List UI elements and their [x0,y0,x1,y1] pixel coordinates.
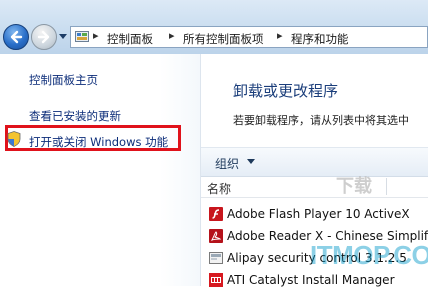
forward-button[interactable] [31,24,57,50]
highlight-box [5,125,181,151]
flash-icon [209,207,223,221]
chevron-down-icon[interactable] [247,159,255,164]
back-arrow-icon [10,30,23,44]
watermark-small: 下载 [336,176,372,196]
watermark: ITMOP.COM [310,240,428,270]
program-name: ATI Catalyst Install Manager [227,273,395,287]
address-bar[interactable]: ▸ 控制面板 ▸ 所有控制面板项 ▸ 程序和功能 [70,26,428,48]
sidebar-item-view-installed-updates[interactable]: 查看已安装的更新 [29,108,121,124]
forward-arrow-icon [37,30,50,44]
column-divider[interactable] [386,178,387,195]
uac-shield-icon [7,131,21,147]
list-item[interactable]: ATI Catalyst Install Manager [201,270,428,292]
command-toolbar: 组织 [201,147,428,177]
task-pane: 控制面板主页 查看已安装的更新 打开或关闭 Windows 功能 [0,54,200,286]
ati-icon [209,273,223,287]
column-header[interactable]: 名称 [201,177,428,198]
adobe-reader-icon [209,229,223,243]
breadcrumb-control-panel[interactable]: 控制面板 [107,31,153,47]
back-button[interactable] [3,24,29,50]
organize-button[interactable]: 组织 [215,155,239,172]
control-panel-icon [75,31,89,42]
page-subtitle: 若要卸载程序，请从列表中将其选中 [233,114,409,127]
breadcrumb-separator[interactable]: ▸ [277,29,283,42]
breadcrumb-programs-features[interactable]: 程序和功能 [291,31,349,47]
page-title: 卸载或更改程序 [233,82,339,100]
sidebar-item-control-panel-home[interactable]: 控制面板主页 [29,72,98,88]
breadcrumb-separator[interactable]: ▸ [93,29,99,42]
column-header-name[interactable]: 名称 [207,180,231,197]
breadcrumb-separator[interactable]: ▸ [169,29,175,42]
program-name: Adobe Flash Player 10 ActiveX [227,207,410,221]
list-item[interactable]: Adobe Flash Player 10 ActiveX [201,204,428,226]
alipay-icon [209,252,223,264]
breadcrumb-all-items[interactable]: 所有控制面板项 [183,31,264,47]
navigation-bar: ▸ 控制面板 ▸ 所有控制面板项 ▸ 程序和功能 [0,0,428,54]
recent-pages-dropdown-icon[interactable] [59,34,67,40]
